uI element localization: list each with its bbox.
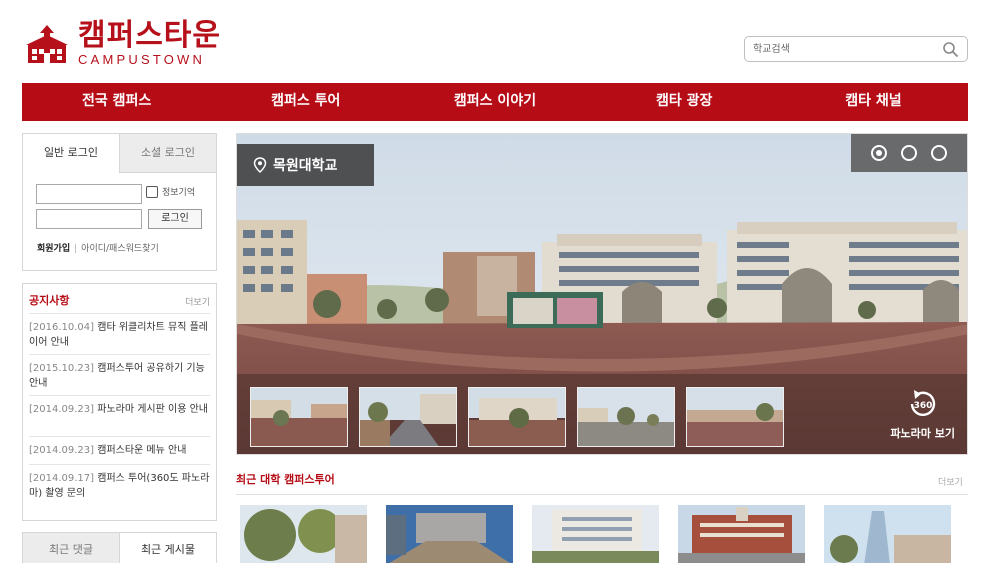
notice-date: [2014.09.17] bbox=[29, 473, 95, 484]
remember-label: 정보기억 bbox=[162, 188, 196, 198]
panorama-thumbnail[interactable] bbox=[468, 387, 566, 447]
school-search-input[interactable] bbox=[753, 37, 938, 62]
list-item[interactable]: [2014.09.23] 캠퍼스타운 메뉴 안내 bbox=[29, 437, 210, 465]
recent-tour-thumbnails bbox=[240, 505, 951, 563]
notice-text: 파노라마 게시판 이용 안내 bbox=[97, 404, 208, 415]
username-field[interactable] bbox=[36, 184, 142, 204]
rotate-360-icon: 360 bbox=[910, 390, 935, 416]
recent-tour-thumbnail[interactable] bbox=[240, 505, 367, 563]
list-item[interactable]: [2014.09.17] 캠퍼스 투어(360도 파노라마) 촬영 문의 bbox=[29, 465, 210, 506]
school-search bbox=[744, 36, 968, 62]
nav-national-campus[interactable]: 전국 캠퍼스 bbox=[22, 83, 211, 121]
school-name-text: 목원대학교 bbox=[273, 158, 338, 174]
school-name-label: 목원대학교 bbox=[237, 144, 374, 186]
tab-recent-comments[interactable]: 최근 댓글 bbox=[23, 533, 120, 563]
password-field[interactable] bbox=[36, 209, 142, 229]
panorama-thumbnail[interactable] bbox=[686, 387, 784, 447]
logo-korean-text: 캠퍼스타운 bbox=[78, 18, 221, 53]
schoolhouse-logo-icon bbox=[26, 25, 68, 63]
slide-dot-3[interactable] bbox=[931, 145, 947, 161]
notice-date: [2016.10.04] bbox=[29, 322, 95, 333]
remember-me[interactable]: 정보기억 bbox=[146, 185, 195, 198]
view-badge-text: 360 bbox=[913, 401, 932, 411]
nav-campta-channel[interactable]: 캠타 채널 bbox=[779, 83, 968, 121]
nav-campta-square[interactable]: 캠타 광장 bbox=[590, 83, 779, 121]
list-item[interactable]: [2015.10.23] 캠퍼스투어 공유하기 기능 안내 bbox=[29, 355, 210, 396]
search-icon[interactable] bbox=[942, 41, 959, 58]
notice-title: 공지사항 bbox=[29, 294, 70, 307]
find-account-link[interactable]: 아이디/패스워드찾기 bbox=[81, 244, 159, 254]
tab-social-login[interactable]: 소셜 로그인 bbox=[119, 134, 216, 173]
link-separator: | bbox=[74, 244, 78, 254]
nav-campus-story[interactable]: 캠퍼스 이야기 bbox=[400, 83, 589, 121]
notice-date: [2015.10.23] bbox=[29, 363, 95, 374]
remember-checkbox[interactable] bbox=[146, 185, 158, 198]
site-logo[interactable]: 캠퍼스타운 CAMPUSTOWN bbox=[24, 20, 221, 68]
login-box: 일반 로그인 소셜 로그인 정보기억 로그인 회원가입 | 아이디/패스워드찾기 bbox=[22, 133, 217, 271]
notice-date: [2014.09.23] bbox=[29, 404, 95, 415]
panorama-view-label: 파노라마 보기 bbox=[890, 427, 955, 440]
panorama-viewer[interactable]: 목원대학교 360 파노라마 보기 bbox=[236, 133, 968, 455]
panorama-thumbnail[interactable] bbox=[250, 387, 348, 447]
tab-general-login[interactable]: 일반 로그인 bbox=[23, 134, 119, 173]
recent-more-link[interactable]: 더보기 bbox=[938, 475, 963, 488]
slide-dot-1[interactable] bbox=[871, 145, 887, 161]
recent-tour-thumbnail[interactable] bbox=[678, 505, 805, 563]
panorama-thumbnails bbox=[250, 387, 784, 447]
recent-tours-title: 최근 대학 캠퍼스투어 bbox=[236, 473, 335, 486]
panorama-view-button[interactable]: 360 파노라마 보기 bbox=[890, 389, 955, 441]
panorama-thumbnail[interactable] bbox=[577, 387, 675, 447]
login-button[interactable]: 로그인 bbox=[148, 209, 202, 229]
notice-board: 공지사항 더보기 [2016.10.04] 캠타 위클리차트 뮤직 플레이어 안… bbox=[22, 283, 217, 521]
logo-english-text: CAMPUSTOWN bbox=[78, 52, 206, 67]
location-pin-icon bbox=[253, 157, 267, 173]
nav-campus-tour[interactable]: 캠퍼스 투어 bbox=[211, 83, 400, 121]
recent-tour-thumbnail[interactable] bbox=[532, 505, 659, 563]
join-link[interactable]: 회원가입 bbox=[37, 244, 70, 254]
notice-more-link[interactable]: 더보기 bbox=[185, 295, 210, 308]
slide-dot-2[interactable] bbox=[901, 145, 917, 161]
notice-text: 캠퍼스타운 메뉴 안내 bbox=[97, 445, 187, 456]
tab-recent-posts[interactable]: 최근 게시물 bbox=[120, 533, 216, 563]
recent-tour-thumbnail[interactable] bbox=[824, 505, 951, 563]
main-nav: 전국 캠퍼스 캠퍼스 투어 캠퍼스 이야기 캠타 광장 캠타 채널 bbox=[22, 83, 968, 121]
recent-tour-thumbnail[interactable] bbox=[386, 505, 513, 563]
list-item[interactable]: [2016.10.04] 캠타 위클리차트 뮤직 플레이어 안내 bbox=[29, 314, 210, 355]
divider bbox=[236, 494, 968, 495]
panorama-thumbnail[interactable] bbox=[359, 387, 457, 447]
recent-tabs: 최근 댓글 최근 게시물 bbox=[22, 532, 217, 563]
notice-date: [2014.09.23] bbox=[29, 445, 95, 456]
list-item[interactable]: [2014.09.23] 파노라마 게시판 이용 안내 bbox=[29, 396, 210, 437]
slide-indicators bbox=[851, 134, 967, 172]
